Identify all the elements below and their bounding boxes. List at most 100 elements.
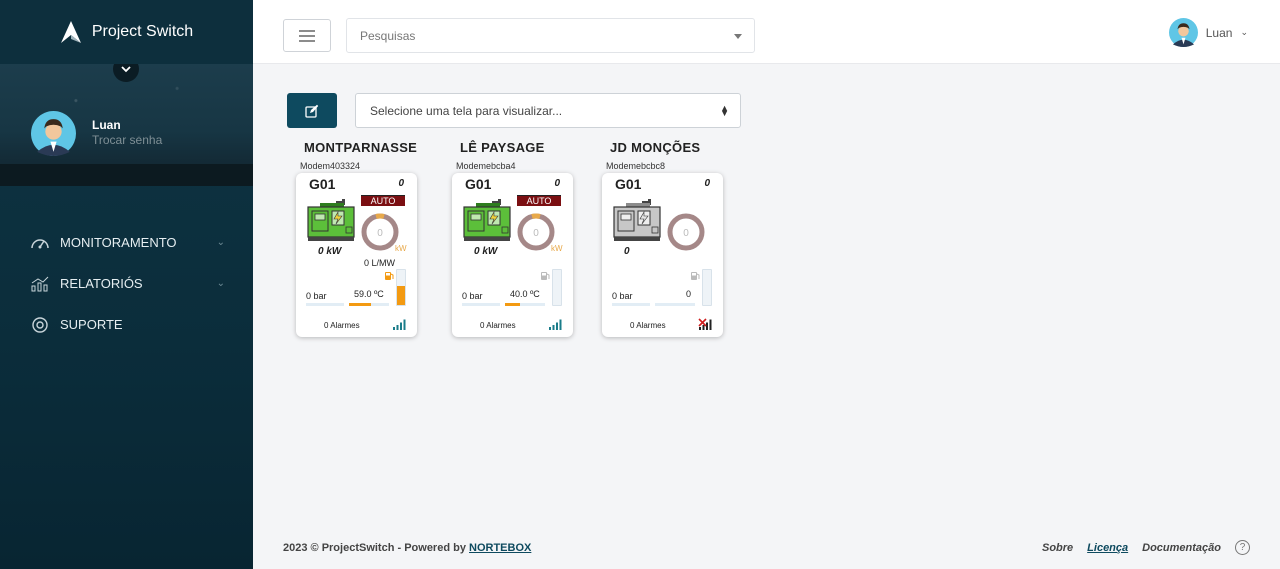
site-panel: LÊ PAYSAGE Modemebcba4 G01 0 AUTO 0 kW 0…	[452, 140, 573, 337]
signal-icon	[549, 319, 562, 330]
temperature-bar	[655, 303, 695, 306]
gauge-value: 0	[683, 228, 689, 239]
fuel-icon	[385, 272, 394, 280]
alarms-count: 0 Alarmes	[480, 321, 516, 330]
screen-select-value: Selecione uma tela para visualizar...	[370, 103, 563, 118]
lifebuoy-icon	[30, 316, 50, 333]
footer-links: Sobre Licença Documentação ?	[1042, 540, 1250, 555]
power-gauge: 0	[517, 213, 555, 251]
change-password-link[interactable]: Trocar senha	[92, 133, 162, 147]
gauge-unit: kW	[551, 244, 563, 253]
search-select[interactable]: Pesquisas	[346, 18, 755, 53]
nortebox-link[interactable]: NORTEBOX	[469, 542, 531, 554]
hamburger-icon	[299, 29, 315, 42]
site-modem: Modemebcbc8	[606, 161, 666, 171]
documentation-link[interactable]: Documentação	[1142, 542, 1221, 554]
fuel-icon	[541, 272, 550, 280]
fuel-level-bar	[552, 269, 562, 306]
profile-name: Luan	[92, 118, 121, 132]
alarms-count: 0 Alarmes	[630, 321, 666, 330]
pressure-value: 0 bar	[462, 291, 483, 301]
flow-value: 0 L/MW	[364, 258, 396, 268]
temperature-value: 40.0 ºC	[510, 289, 540, 299]
power-gauge: 0	[667, 213, 705, 251]
site-modem: Modemebcba4	[456, 161, 516, 171]
user-menu[interactable]: Luan ⌄	[1168, 18, 1248, 47]
topbar: Pesquisas Luan ⌄	[253, 0, 1280, 64]
site-panel: MONTPARNASSE Modem403324 G01 0 AUTO 0 kW…	[296, 140, 417, 337]
edit-screen-button[interactable]	[287, 93, 337, 128]
search-placeholder: Pesquisas	[360, 28, 416, 43]
about-link[interactable]: Sobre	[1042, 542, 1073, 554]
power-value: 0 kW	[318, 246, 342, 257]
chevron-down-icon: ⌄	[1240, 27, 1248, 37]
pressure-bar	[306, 303, 344, 306]
signal-icon	[393, 319, 406, 330]
temperature-bar	[349, 303, 389, 306]
chevron-down-icon: ⌄	[216, 278, 225, 289]
menu-toggle-button[interactable]	[283, 19, 331, 52]
edit-icon	[305, 104, 319, 118]
fuel-level-bar	[396, 269, 406, 306]
site-title: JD MONÇÕES	[610, 140, 701, 155]
pressure-value: 0 bar	[306, 291, 327, 301]
generator-icon	[463, 199, 511, 241]
temperature-value: 0	[686, 289, 692, 299]
app-name: Project Switch	[91, 23, 194, 40]
power-value: 0 kW	[474, 246, 498, 257]
license-link[interactable]: Licença	[1087, 542, 1128, 554]
generator-name: G01	[309, 176, 336, 192]
pressure-bar	[462, 303, 500, 306]
fuel-icon	[691, 272, 700, 280]
updown-icon: ▲ ▼	[720, 103, 729, 118]
generator-name: G01	[615, 176, 642, 192]
fuel-level-bar	[702, 269, 712, 306]
brand[interactable]: Project Switch	[0, 0, 253, 64]
sidebar-item-label: MONITORAMENTO	[60, 235, 177, 250]
help-icon[interactable]: ?	[1235, 540, 1250, 555]
gauge-value: 0	[377, 228, 383, 239]
gauge-value: 0	[533, 228, 539, 239]
avatar	[1168, 18, 1198, 47]
generator-top-value: 0	[704, 178, 710, 189]
sidebar-item-monitoramento[interactable]: MONITORAMENTO ⌄	[0, 222, 253, 263]
sidebar-item-relatorios[interactable]: RELATORIÓS ⌄	[0, 263, 253, 304]
gauge-unit: kW	[395, 244, 407, 253]
power-value: 0	[624, 246, 630, 257]
alarms-count: 0 Alarmes	[324, 321, 360, 330]
avatar[interactable]	[31, 111, 76, 156]
generator-card[interactable]: G01 0 AUTO 0	[452, 173, 573, 337]
generator-top-value: 0	[398, 178, 404, 189]
signal-off-icon	[698, 318, 712, 330]
screen-select[interactable]: Selecione uma tela para visualizar... ▲ ▼	[355, 93, 741, 128]
user-name: Luan	[1205, 25, 1233, 40]
generator-name: G01	[465, 176, 492, 192]
sidebar: Project Switch Luan Trocar senha MONITOR…	[0, 0, 253, 569]
chart-icon	[30, 276, 50, 292]
site-modem: Modem403324	[300, 161, 361, 171]
footer-copyright: 2023 © ProjectSwitch - Powered by NORTEB…	[283, 542, 531, 554]
sidebar-item-label: RELATORIÓS	[60, 276, 143, 291]
temperature-bar	[505, 303, 545, 306]
site-title: MONTPARNASSE	[304, 140, 418, 155]
sidebar-item-suporte[interactable]: SUPORTE	[0, 304, 253, 345]
sidebar-nav: MONITORAMENTO ⌄ RELATORIÓS ⌄ SUPORTE	[0, 222, 253, 345]
caret-down-icon	[734, 34, 742, 39]
power-gauge: 0	[361, 213, 399, 251]
gauge-icon	[30, 235, 50, 251]
profile-panel: Luan Trocar senha	[0, 64, 253, 186]
site-title: LÊ PAYSAGE	[460, 140, 545, 155]
generator-card[interactable]: G01 0 0 0 0 bar 0 0 Alarmes	[602, 173, 723, 337]
pressure-bar	[612, 303, 650, 306]
site-panel: JD MONÇÕES Modemebcbc8 G01 0 0 0 0 bar 0…	[602, 140, 723, 337]
sidebar-item-label: SUPORTE	[60, 317, 123, 332]
generator-icon	[613, 199, 661, 241]
pressure-value: 0 bar	[612, 291, 633, 301]
generator-card[interactable]: G01 0 AUTO 0	[296, 173, 417, 337]
generator-icon	[307, 199, 355, 241]
generator-top-value: 0	[554, 178, 560, 189]
temperature-value: 59.0 ºC	[354, 289, 384, 299]
mode-badge: AUTO	[361, 195, 405, 206]
logo-icon	[60, 21, 81, 43]
copyright-text: 2023 © ProjectSwitch - Powered by	[283, 542, 470, 554]
